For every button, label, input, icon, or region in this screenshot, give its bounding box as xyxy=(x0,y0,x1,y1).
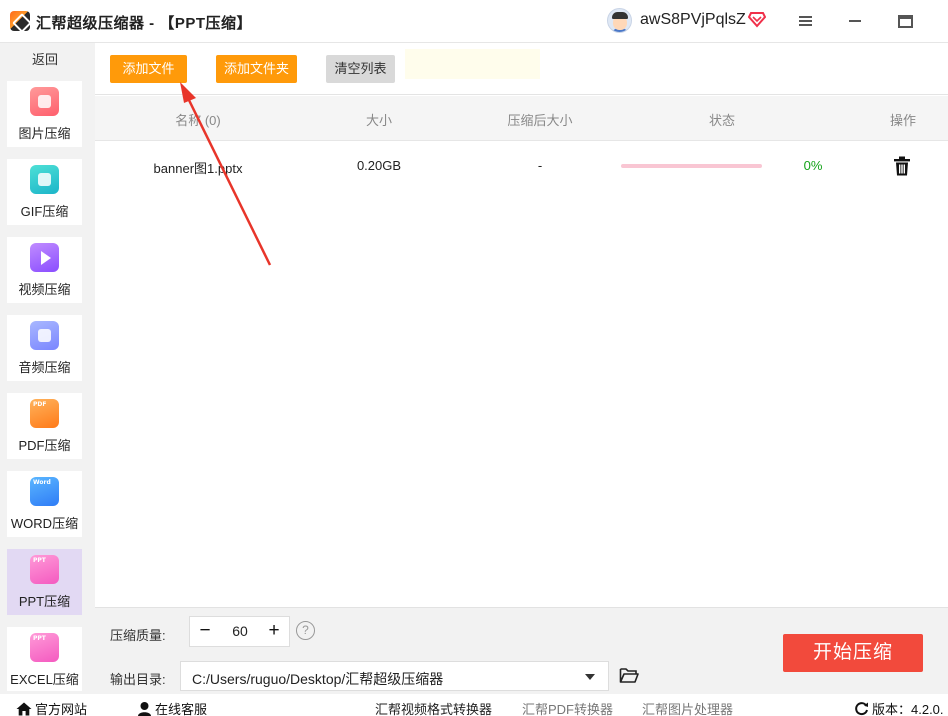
column-header-compressed-size: 压缩后大小 xyxy=(507,113,573,128)
settings-panel: 压缩质量: − 60 + ? 输出目录: C:/Users/ruguo/Desk… xyxy=(95,607,948,694)
sidebar-item-label: GIF压缩 xyxy=(20,204,69,219)
online-support-link[interactable]: 在线客服 xyxy=(137,699,207,716)
video-converter-link[interactable]: 汇帮视频格式转换器 xyxy=(375,699,492,716)
sidebar-item-label: 图片压缩 xyxy=(18,126,71,141)
window-title: 汇帮超级压缩器 - 【PPT压缩】 xyxy=(36,15,253,32)
sidebar-item-gif[interactable]: GIF压缩 xyxy=(7,159,82,225)
support-agent-icon xyxy=(138,702,151,716)
sidebar-item-pdf[interactable]: PDF PDF压缩 xyxy=(7,393,82,459)
image-icon xyxy=(30,87,59,116)
status-bar: 官方网站 在线客服 汇帮视频格式转换器 汇帮PDF转换器 汇帮图片处理器 版本：… xyxy=(0,694,948,716)
progress-percent: 0% xyxy=(803,158,823,173)
ppt-icon: PPT xyxy=(30,555,59,584)
sidebar-item-label: WORD压缩 xyxy=(10,516,79,531)
menu-button[interactable] xyxy=(792,8,818,34)
official-site-link[interactable]: 官方网站 xyxy=(16,699,87,716)
pdf-icon: PDF xyxy=(30,399,59,428)
clear-list-button[interactable]: 清空列表 xyxy=(326,55,395,83)
add-file-button[interactable]: 添加文件 xyxy=(110,55,187,83)
pdf-converter-link[interactable]: 汇帮PDF转换器 xyxy=(522,699,613,716)
sidebar-item-excel[interactable]: PPT EXCEL压缩 xyxy=(7,627,82,691)
column-header-status: 状态 xyxy=(708,113,735,128)
sidebar-item-label: PDF压缩 xyxy=(18,438,71,453)
output-dir-path: C:/Users/ruguo/Desktop/汇帮超级压缩器 xyxy=(192,671,444,687)
quality-value[interactable]: 60 xyxy=(220,617,260,646)
progress-bar xyxy=(621,164,762,168)
output-dir-label: 输出目录: xyxy=(110,672,166,687)
column-header-size: 大小 xyxy=(365,113,392,128)
audio-icon xyxy=(30,321,59,350)
quality-increase-button[interactable]: + xyxy=(259,617,289,646)
file-table-header: 名称 (0) 大小 压缩后大小 状态 操作 xyxy=(95,96,948,141)
column-header-actions: 操作 xyxy=(889,113,916,128)
sidebar-item-label: 视频压缩 xyxy=(18,282,71,297)
sidebar-item-label: EXCEL压缩 xyxy=(10,672,79,687)
quality-stepper: − 60 + xyxy=(189,616,290,647)
excel-icon: PPT xyxy=(30,633,59,662)
column-header-name: 名称 (0) xyxy=(175,113,221,128)
back-button[interactable]: 返回 xyxy=(0,49,90,68)
file-name: banner图1.pptx xyxy=(153,161,243,176)
compressed-size: - xyxy=(537,158,543,173)
start-compress-button[interactable]: 开始压缩 xyxy=(783,634,923,672)
word-icon: Word xyxy=(30,477,59,506)
chevron-down-icon xyxy=(585,674,595,680)
sidebar-item-label: PPT压缩 xyxy=(18,594,71,609)
add-folder-button[interactable]: 添加文件夹 xyxy=(216,55,297,83)
vip-diamond-icon[interactable] xyxy=(748,10,766,28)
sidebar-item-audio[interactable]: 音频压缩 xyxy=(7,315,82,381)
home-icon xyxy=(16,702,32,716)
minimize-icon xyxy=(849,20,861,22)
help-icon[interactable]: ? xyxy=(296,621,315,640)
sidebar: 返回 图片压缩 GIF压缩 视频压缩 音频压缩 PDF PDF压缩 Word W… xyxy=(0,43,95,694)
quality-decrease-button[interactable]: − xyxy=(190,617,220,646)
app-logo-icon xyxy=(10,11,30,31)
username[interactable]: awS8PVjPqlsZ xyxy=(640,11,746,29)
sidebar-item-image[interactable]: 图片压缩 xyxy=(7,81,82,147)
hamburger-icon xyxy=(798,16,812,26)
open-folder-icon[interactable] xyxy=(619,666,639,684)
table-row[interactable]: banner图1.pptx 0.20GB - 0% xyxy=(95,142,948,190)
avatar[interactable] xyxy=(607,8,632,33)
maximize-button[interactable] xyxy=(892,8,918,34)
trash-icon[interactable] xyxy=(893,156,911,176)
version-info[interactable]: 版本：4.2.0. xyxy=(854,699,944,716)
maximize-icon xyxy=(897,14,913,28)
sidebar-item-ppt[interactable]: PPT PPT压缩 xyxy=(7,549,82,615)
image-processor-link[interactable]: 汇帮图片处理器 xyxy=(642,699,733,716)
title-bar: 汇帮超级压缩器 - 【PPT压缩】 awS8PVjPqlsZ xyxy=(0,0,948,43)
sidebar-item-video[interactable]: 视频压缩 xyxy=(7,237,82,303)
file-size: 0.20GB xyxy=(356,158,402,173)
sidebar-item-word[interactable]: Word WORD压缩 xyxy=(7,471,82,537)
minimize-button[interactable] xyxy=(842,8,868,34)
refresh-icon xyxy=(855,702,868,716)
toolbar: 添加文件 添加文件夹 清空列表 xyxy=(95,43,948,95)
gif-icon xyxy=(30,165,59,194)
quality-label: 压缩质量: xyxy=(110,628,166,643)
sidebar-item-label: 音频压缩 xyxy=(18,360,71,375)
output-dir-select[interactable]: C:/Users/ruguo/Desktop/汇帮超级压缩器 xyxy=(180,661,609,691)
toolbar-highlight xyxy=(405,49,540,79)
video-icon xyxy=(30,243,59,272)
